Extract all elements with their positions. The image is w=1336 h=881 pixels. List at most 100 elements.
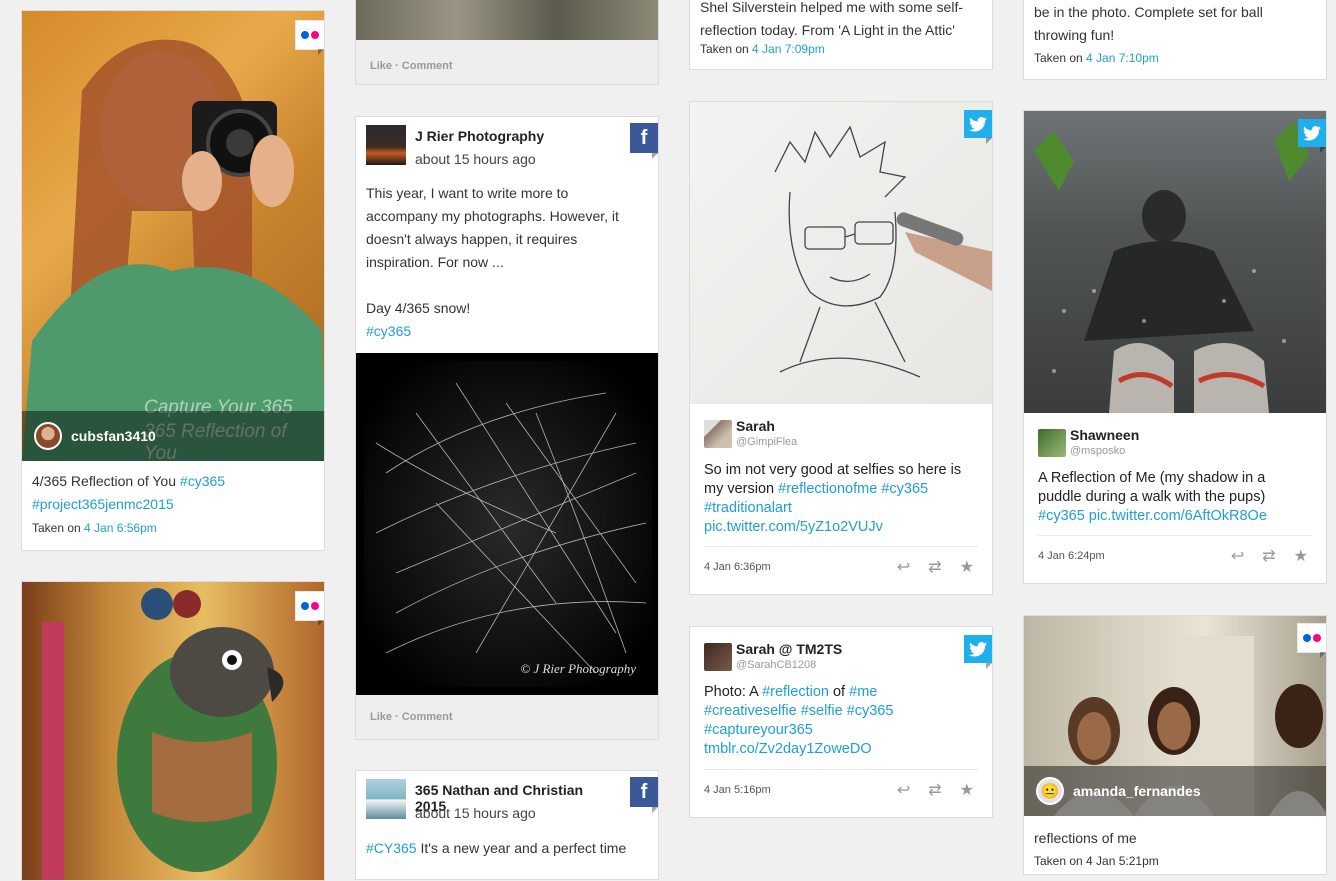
photo-mirror-reflection[interactable]: 😐 amanda_fernandes: [1024, 616, 1326, 816]
user-overlay: 😐 amanda_fernandes: [1024, 766, 1326, 816]
photo-shadow-puddle[interactable]: [1024, 111, 1326, 413]
photo-sketch-drawing[interactable]: [690, 102, 992, 404]
hashtag-link[interactable]: #project365jenmc2015: [32, 496, 174, 512]
flickr-icon[interactable]: [296, 592, 324, 626]
username[interactable]: cubsfan3410: [71, 428, 156, 444]
reply-icon[interactable]: ↩: [897, 780, 910, 800]
comment-link[interactable]: Comment: [402, 711, 453, 723]
taken-meta: Taken on 4 Jan 5:21pm: [1034, 854, 1159, 868]
page-name[interactable]: J Rier Photography: [415, 128, 544, 144]
taken-label: Taken on: [32, 521, 85, 535]
hashtag-link[interactable]: #cy365: [881, 481, 928, 497]
hashtag-link[interactable]: #cy365: [366, 323, 411, 339]
facebook-icon[interactable]: f: [630, 777, 658, 813]
hashtag-link[interactable]: #me: [849, 684, 877, 700]
star-icon[interactable]: ★: [960, 780, 974, 800]
facebook-card-partial[interactable]: Like · Comment: [355, 0, 659, 85]
like-link[interactable]: Like: [370, 60, 392, 72]
hashtag-link[interactable]: #captureyour365: [704, 722, 813, 738]
separator: ·: [392, 711, 402, 723]
facebook-card-jrier[interactable]: J Rier Photography about 15 hours ago f …: [355, 116, 659, 740]
page-thumbnail[interactable]: [366, 125, 406, 165]
photo-illustration: [42, 588, 284, 880]
hashtag-link[interactable]: #reflection: [762, 684, 829, 700]
post-time: about 15 hours ago: [415, 151, 536, 167]
post-caption: Shel Silverstein helped me with some sel…: [700, 0, 982, 42]
comment-link[interactable]: Comment: [402, 60, 453, 72]
taken-date-link[interactable]: 4 Jan 6:56pm: [84, 521, 157, 535]
tweet-author-name[interactable]: Sarah @ TM2TS: [736, 641, 842, 657]
photo-partial[interactable]: [356, 0, 658, 42]
facebook-card-nathan[interactable]: 365 Nathan and Christian 2015 about 15 h…: [355, 770, 659, 880]
post-header: 365 Nathan and Christian 2015 about 15 h…: [366, 779, 618, 823]
tweet-date[interactable]: 4 Jan 6:24pm: [1038, 550, 1105, 562]
separator: ·: [392, 60, 402, 72]
hashtag-link[interactable]: #CY365: [366, 840, 417, 856]
reply-icon[interactable]: ↩: [897, 557, 910, 577]
taken-date-link[interactable]: 4 Jan 7:09pm: [752, 42, 825, 56]
tweet-footer: 4 Jan 6:36pm ↩ ⇄ ★: [704, 546, 978, 587]
avatar[interactable]: [1038, 429, 1066, 457]
photo-snow-grass[interactable]: © J Rier Photography: [356, 353, 658, 697]
reply-icon[interactable]: ↩: [1231, 546, 1244, 566]
flickr-card-partial[interactable]: be in the photo. Complete set for ball t…: [1023, 0, 1327, 80]
taken-date-link[interactable]: 4 Jan 7:10pm: [1086, 51, 1159, 65]
facebook-icon[interactable]: f: [630, 123, 658, 159]
retweet-icon[interactable]: ⇄: [928, 780, 941, 800]
hashtag-link[interactable]: #cy365: [1038, 508, 1085, 524]
tweet-media-link[interactable]: pic.twitter.com/5yZ1o2VUJv: [704, 519, 883, 535]
avatar[interactable]: 😐: [1036, 777, 1064, 805]
tweet-media-link[interactable]: tmblr.co/Zv2day1ZoweDO: [704, 741, 872, 757]
tweet-author-handle[interactable]: @SarahCB1208: [736, 659, 816, 671]
photo-parrot[interactable]: [22, 582, 324, 880]
tweet-text: Photo: A #reflection of #me #creativesel…: [704, 683, 978, 759]
hashtag-link[interactable]: #selfie: [801, 703, 843, 719]
post-header: J Rier Photography about 15 hours ago: [366, 125, 618, 169]
twitter-bird-icon[interactable]: [964, 110, 992, 144]
twitter-card-shawneen[interactable]: Shawneen @msposko A Reflection of Me (my…: [1023, 110, 1327, 584]
retweet-icon[interactable]: ⇄: [1262, 546, 1275, 566]
twitter-card-sarah-tm2ts[interactable]: Sarah @ TM2TS @SarahCB1208 Photo: A #ref…: [689, 626, 993, 818]
flickr-card-amanda[interactable]: 😐 amanda_fernandes reflections of me Tak…: [1023, 615, 1327, 875]
twitter-bird-icon[interactable]: [964, 635, 992, 669]
caption-text: 4/365 Reflection of You: [32, 473, 180, 489]
photo-woman-with-camera[interactable]: Capture Your 365 365 Reflection of You c…: [22, 11, 324, 461]
twitter-bird-icon[interactable]: [1298, 119, 1326, 153]
tweet-date[interactable]: 4 Jan 5:16pm: [704, 784, 771, 796]
avatar[interactable]: [704, 420, 732, 448]
post-actions: Like · Comment: [356, 695, 658, 739]
tweet-footer: 4 Jan 6:24pm ↩ ⇄ ★: [1038, 535, 1312, 576]
user-overlay: cubsfan3410: [22, 411, 324, 461]
flickr-card-parrot[interactable]: [21, 581, 325, 881]
avatar[interactable]: [704, 643, 732, 671]
hashtag-link[interactable]: #cy365: [847, 703, 894, 719]
page-thumbnail[interactable]: [366, 779, 406, 819]
post-time: about 15 hours ago: [415, 805, 536, 821]
flickr-card-cubsfan[interactable]: Capture Your 365 365 Reflection of You c…: [21, 10, 325, 551]
flickr-icon[interactable]: [296, 21, 324, 55]
twitter-card-sarah[interactable]: Sarah @GimpiFlea So im not very good at …: [689, 101, 993, 595]
tweet-author-handle[interactable]: @GimpiFlea: [736, 436, 797, 448]
star-icon[interactable]: ★: [960, 557, 974, 577]
taken-label: Taken on: [700, 42, 753, 56]
tweet-text-body: of: [828, 684, 850, 700]
hashtag-link[interactable]: #creativeselfie: [704, 703, 797, 719]
tweet-author-name[interactable]: Sarah: [736, 418, 775, 434]
avatar[interactable]: [34, 422, 62, 450]
post-actions: Like · Comment: [356, 40, 658, 84]
retweet-icon[interactable]: ⇄: [928, 557, 941, 577]
post-text: This year, I want to write more to accom…: [366, 182, 636, 343]
tweet-author-name[interactable]: Shawneen: [1070, 427, 1139, 443]
star-icon[interactable]: ★: [1294, 546, 1308, 566]
hashtag-link[interactable]: #cy365: [180, 473, 225, 489]
tweet-media-link[interactable]: pic.twitter.com/6AftOkR8Oe: [1089, 508, 1267, 524]
hashtag-link[interactable]: #reflectionofme: [778, 481, 877, 497]
hashtag-link[interactable]: #traditionalart: [704, 500, 792, 516]
text-line: inspiration. For now ...: [366, 254, 504, 270]
flickr-icon[interactable]: [1298, 624, 1326, 658]
tweet-date[interactable]: 4 Jan 6:36pm: [704, 561, 771, 573]
username[interactable]: amanda_fernandes: [1073, 783, 1201, 799]
flickr-card-partial[interactable]: Shel Silverstein helped me with some sel…: [689, 0, 993, 70]
tweet-author-handle[interactable]: @msposko: [1070, 445, 1125, 457]
like-link[interactable]: Like: [370, 711, 392, 723]
